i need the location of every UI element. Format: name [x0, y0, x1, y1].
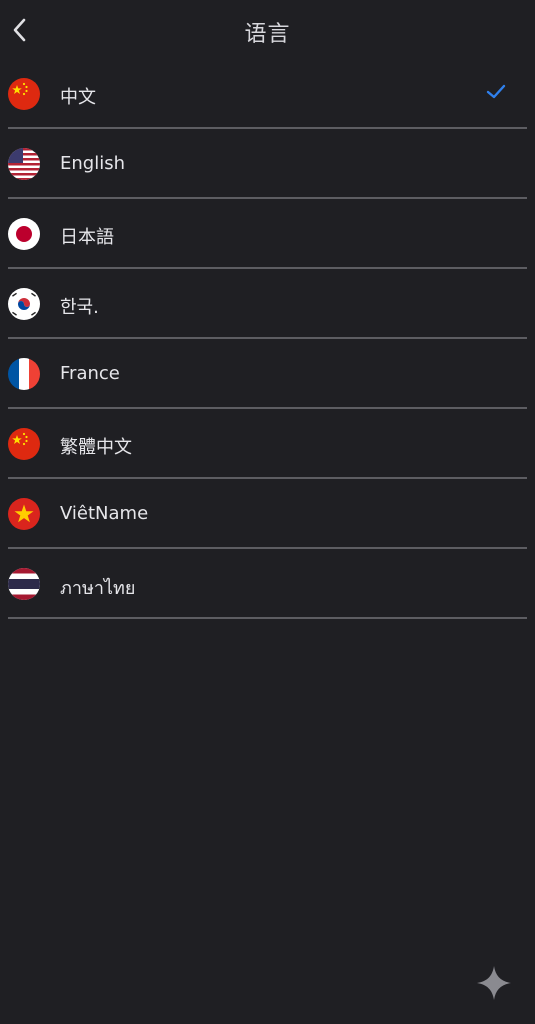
china-flag-icon — [8, 428, 40, 460]
language-option-vietnamese[interactable]: ViêtName — [0, 479, 535, 549]
language-option-thai[interactable]: ภาษาไทย — [0, 549, 535, 619]
language-option-english[interactable]: English — [0, 129, 535, 199]
language-label: 한국. — [60, 297, 99, 318]
page-title: 语言 — [244, 22, 291, 47]
language-label: 繁體中文 — [60, 437, 132, 458]
language-option-japanese[interactable]: 日本語 — [0, 199, 535, 269]
language-label: ViêtName — [60, 503, 149, 524]
vietnam-flag-icon — [8, 498, 40, 530]
language-label: ภาษาไทย — [60, 578, 136, 599]
language-option-traditional-chinese[interactable]: 繁體中文 — [0, 409, 535, 479]
language-label: 日本語 — [60, 227, 114, 248]
china-flag-icon — [8, 78, 40, 110]
language-option-french[interactable]: France — [0, 339, 535, 409]
language-settings-page: 语言 中文 English 日本語 한국. France 繁體中文 ViêtNa… — [0, 0, 535, 1024]
sparkle-icon[interactable] — [475, 964, 513, 1002]
language-label: France — [60, 363, 120, 384]
thailand-flag-icon — [8, 568, 40, 600]
france-flag-icon — [8, 358, 40, 390]
japan-flag-icon — [8, 218, 40, 250]
language-label: 中文 — [60, 87, 96, 108]
usa-flag-icon — [8, 148, 40, 180]
language-option-korean[interactable]: 한국. — [0, 269, 535, 339]
language-list: 中文 English 日本語 한국. France 繁體中文 ViêtName … — [0, 59, 535, 619]
row-divider — [8, 617, 527, 619]
language-label: English — [60, 153, 125, 174]
checkmark-icon — [486, 84, 506, 99]
header: 语言 — [0, 0, 535, 62]
language-option-chinese[interactable]: 中文 — [0, 59, 535, 129]
korea-flag-icon — [8, 288, 40, 320]
